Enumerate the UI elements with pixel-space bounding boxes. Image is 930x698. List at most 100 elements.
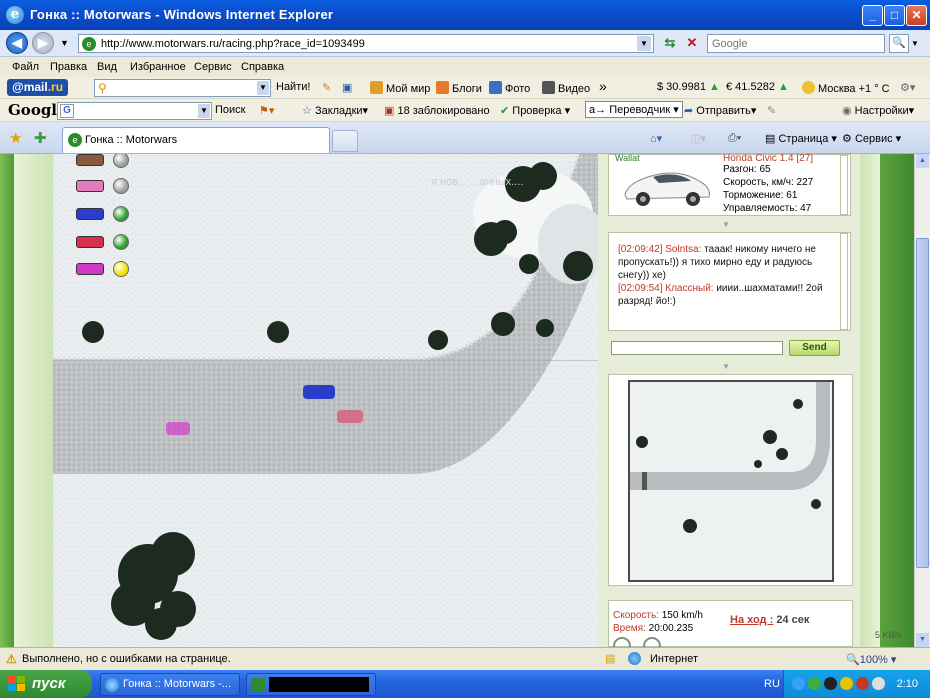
menu-file[interactable]: Файл (12, 61, 39, 73)
car-panel-scrollbar[interactable] (840, 155, 848, 215)
menu-view[interactable]: Вид (97, 61, 117, 73)
taskbar-window-2[interactable] (246, 673, 376, 696)
roster-car-5 (76, 263, 104, 275)
add-favorite-icon[interactable]: ✚ (34, 129, 47, 147)
minimize-button[interactable]: _ (862, 5, 883, 26)
tray-agent-icon[interactable] (824, 677, 837, 690)
mailru-search-dropdown-icon[interactable]: ▼ (257, 81, 269, 95)
search-input[interactable] (708, 35, 884, 52)
maximize-button[interactable]: □ (884, 5, 905, 26)
mailru-photo[interactable]: Фото (489, 81, 530, 95)
pencil-icon[interactable]: ✎ (322, 81, 331, 94)
page-scrollbar[interactable]: ▲ ▼ (914, 154, 930, 647)
favorites-star-icon[interactable]: ★ (9, 129, 22, 147)
back-button[interactable]: ◀ (6, 32, 28, 54)
blogs-icon (436, 81, 449, 94)
menu-favorites[interactable]: Избранное (130, 61, 186, 73)
new-tab-button[interactable] (332, 130, 358, 152)
feeds-icon[interactable]: ◫▾ (690, 132, 706, 145)
star-icon: ☆ (302, 105, 312, 117)
car-name: Honda Civic 1.4 [27] (723, 154, 814, 164)
mailru-logo[interactable]: @mail.ru (7, 79, 69, 96)
chat-send-button[interactable]: Send (789, 340, 840, 356)
weather[interactable]: Москва +1 ° С (802, 81, 890, 95)
home-icon[interactable]: ⌂▾ (650, 132, 662, 145)
print-icon[interactable]: ⎙▾ (728, 132, 741, 145)
mailru-settings-icon[interactable]: ⚙▾ (900, 81, 915, 94)
status-bar: ⚠ Выполнено, но с ошибками на странице. … (0, 647, 930, 670)
start-button[interactable]: пуск (0, 670, 92, 698)
search-options-dropdown-icon[interactable]: ▼ (911, 39, 919, 48)
page-icon[interactable]: ▣ (342, 81, 352, 94)
popup-blocker[interactable]: ▣ 18 заблокировано (384, 104, 490, 117)
rate-up-icon: ▲ (778, 81, 789, 93)
roster-car-3 (76, 208, 104, 220)
chat-input[interactable] (611, 341, 783, 355)
tray-network-icon[interactable] (792, 677, 805, 690)
mailru-search-input[interactable]: ⚲ ▼ (94, 79, 271, 97)
google-search-input[interactable]: G ▼ (57, 102, 212, 120)
address-field[interactable]: e http://www.motorwars.ru/racing.php?rac… (78, 34, 654, 53)
window-title: Гонка :: Motorwars - Windows Internet Ex… (30, 7, 334, 22)
ie-task-icon (105, 678, 119, 692)
scroll-up-icon[interactable]: ▲ (916, 154, 929, 168)
chat-log: [02:09:42] Solntsa: тааак! никому ничего… (608, 232, 851, 331)
car-image (624, 172, 710, 206)
roster-car-4 (76, 236, 104, 248)
menu-edit[interactable]: Правка (50, 61, 87, 73)
roster-car-2 (76, 180, 104, 192)
tray-app-icon[interactable] (808, 677, 821, 690)
lock-icon: ▤ (605, 653, 616, 665)
roster-light-5-icon (113, 261, 129, 277)
search-field[interactable] (707, 34, 885, 53)
control-right-icon[interactable] (643, 637, 661, 647)
chat-scrollbar[interactable] (840, 233, 848, 330)
security-zone[interactable]: Интернет (650, 653, 698, 665)
chat-message: [02:09:54] Классный: ииии..шахматами!! 2… (618, 283, 823, 307)
refresh-icon[interactable]: ⇆ (660, 35, 680, 53)
track-minimap[interactable] (628, 380, 834, 582)
system-tray: RU 2:10 (764, 670, 930, 698)
address-dropdown-icon[interactable]: ▼ (637, 36, 651, 51)
mailru-find-button[interactable]: Найти! (276, 81, 310, 93)
control-left-icon[interactable] (613, 637, 631, 647)
mailru-blogs[interactable]: Блоги (436, 81, 482, 95)
race-track-view[interactable]: я нов... ...анных.... (53, 154, 598, 647)
forward-button[interactable]: ▶ (32, 32, 54, 54)
translator-button[interactable]: a→ Переводчик ▾ (585, 101, 683, 118)
close-button[interactable]: ✕ (906, 5, 927, 26)
taskbar-ie-window[interactable]: Гонка :: Motorwars -... (100, 673, 240, 696)
pen-icon[interactable]: ✎ (767, 104, 776, 117)
url-text[interactable]: http://www.motorwars.ru/racing.php?race_… (101, 38, 365, 50)
bookmarks-button[interactable]: ☆ Закладки▾ (302, 104, 368, 117)
google-toolbar: Google G ▼ Поиск ⚑▾ ☆ Закладки▾ ▣ 18 заб… (0, 99, 930, 122)
tray-volume-icon[interactable] (872, 677, 885, 690)
zoom-level[interactable]: 🔍100% ▾ (846, 653, 896, 666)
search-icon[interactable]: 🔍 (889, 34, 909, 53)
page-menu-button[interactable]: ▤ Страница ▾ (765, 132, 837, 145)
divider-arrow-icon: ▼ (722, 220, 730, 229)
scroll-thumb[interactable] (916, 238, 929, 568)
tray-security-icon[interactable] (840, 677, 853, 690)
google-search-button[interactable]: Поиск (215, 104, 245, 116)
google-search-dropdown-icon[interactable]: ▼ (198, 104, 210, 118)
mailru-my-world[interactable]: Мой мир (370, 81, 430, 95)
scroll-down-icon[interactable]: ▼ (916, 633, 929, 647)
menu-tools[interactable]: Сервис (194, 61, 232, 73)
photo-icon (489, 81, 502, 94)
stop-icon[interactable]: ✕ (683, 35, 701, 53)
language-indicator[interactable]: RU (764, 678, 780, 690)
spellcheck-button[interactable]: ✔ Проверка ▾ (500, 104, 570, 117)
tray-alert-icon[interactable] (856, 677, 869, 690)
google-settings-button[interactable]: ◉ Настройки▾ (842, 104, 914, 117)
puzzle-icon[interactable]: ⚑▾ (259, 104, 274, 117)
tools-menu-button[interactable]: ⚙ Сервис ▾ (842, 132, 901, 145)
send-to-button[interactable]: ➦ Отправить▾ (684, 104, 756, 117)
menu-help[interactable]: Справка (241, 61, 284, 73)
history-dropdown-icon[interactable]: ▼ (60, 38, 69, 48)
mailru-more-chevron-icon[interactable]: » (599, 78, 607, 94)
mailru-video[interactable]: Видео (542, 81, 590, 95)
warning-icon[interactable]: ⚠ (6, 652, 20, 666)
video-icon (542, 81, 555, 94)
tab-motorwars[interactable]: e Гонка :: Motorwars (62, 127, 330, 153)
